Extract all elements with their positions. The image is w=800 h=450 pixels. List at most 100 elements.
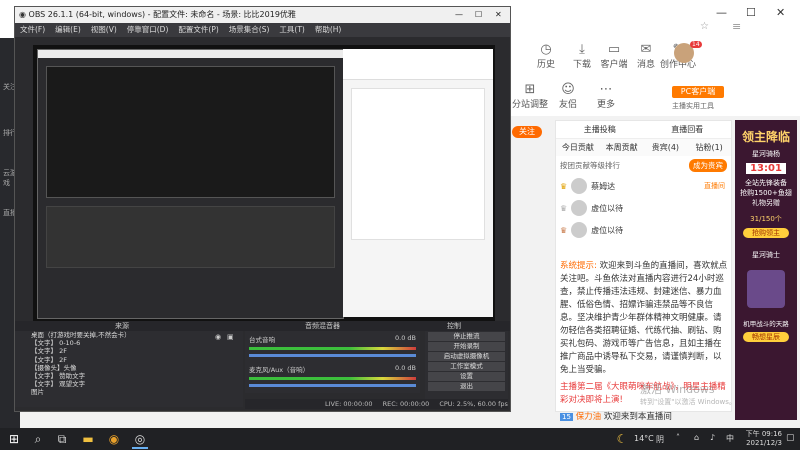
mixer-header: 音频混音器 — [305, 322, 340, 330]
row-item-adjust[interactable]: ⊞ 分站调整 — [510, 82, 550, 110]
menu-scenes[interactable]: 场景集合(S) — [229, 25, 270, 34]
track-level: 0.0 dB — [395, 334, 416, 342]
tab-today[interactable]: 今日贡献 — [556, 139, 600, 156]
notification-icon[interactable]: ▢ — [786, 433, 795, 443]
nested-obs-capture — [37, 49, 344, 319]
list-item[interactable]: 【摄像头】头像 — [15, 364, 243, 372]
search-icon[interactable]: ⌕ — [30, 431, 46, 447]
rank-row[interactable]: ♛ 虚位以待 — [556, 219, 731, 241]
row-item-friends[interactable]: ☺ 友侣 — [548, 82, 588, 110]
tab-vip[interactable]: 贵宾(4) — [644, 139, 688, 156]
audio-mixer: 台式音响 0.0 dB 麦克风/Aux（音响） 0.0 dB — [245, 331, 420, 393]
avatar — [571, 178, 588, 194]
stop-streaming-button[interactable]: 停止推流 — [428, 332, 505, 341]
start-recording-button[interactable]: 开始录制 — [428, 342, 505, 351]
list-item[interactable]: 【文字】 2F — [15, 356, 243, 364]
rank-row[interactable]: ♛ 蔡姆达 直播间 — [556, 175, 731, 197]
list-item[interactable]: 图片 — [15, 388, 243, 396]
list-item[interactable]: 【文字】 2F — [15, 347, 243, 355]
minimize-icon[interactable]: — — [716, 6, 727, 19]
menu-profile[interactable]: 配置文件(P) — [178, 25, 218, 34]
imagine-button[interactable]: 畅想星辰 — [743, 332, 789, 342]
network-icon[interactable]: ⌂ — [694, 433, 699, 442]
menu-edit[interactable]: 编辑(E) — [55, 25, 81, 34]
tab-replay[interactable]: 直播回看 — [644, 121, 732, 138]
obs-window: ◉ OBS 26.1.1 (64-bit, windows) - 配置文件: 未… — [14, 6, 511, 412]
system-message: 系统提示: 欢迎来到斗鱼的直播间，喜欢就点关注吧。斗鱼依法对直播内容进行24小时… — [560, 261, 728, 375]
rank-title-row: 按团贡献等级排行 成为贵宾 — [556, 156, 731, 175]
star-icon[interactable]: ☆ — [700, 21, 709, 32]
mech-image — [747, 270, 785, 308]
level-meter — [249, 347, 416, 350]
nested-docks — [46, 206, 335, 268]
crown-icon: ♛ — [560, 203, 568, 213]
settings-button[interactable]: 设置 — [428, 372, 505, 381]
start-icon[interactable]: ⊞ — [6, 431, 22, 447]
pc-client-button[interactable]: PC客户端 — [672, 86, 724, 98]
obs-logo-icon: ◉ — [19, 10, 26, 19]
user-message: 15 保力油 欢迎来到本直播间 — [560, 412, 672, 422]
rank-row[interactable]: ♛ 虚位以待 — [556, 197, 731, 219]
obs-menubar: 文件(F) 编辑(E) 视图(V) 停靠窗口(D) 配置文件(P) 场景集合(S) 工具(T… — [15, 23, 510, 37]
dock-headers: 来源 音频混音器 控制 — [15, 321, 510, 331]
volume-icon[interactable]: ♪ — [710, 433, 715, 442]
close-icon[interactable]: ✕ — [495, 7, 502, 23]
minimize-icon[interactable]: — — [455, 7, 463, 23]
clock[interactable]: 下午 09:16 2021/12/3 — [744, 430, 782, 448]
weather-desc: 阴 — [656, 435, 664, 444]
track-name: 台式音响 — [249, 336, 275, 344]
virtual-camera-button[interactable]: 启动虚拟摄像机 — [428, 352, 505, 361]
crown-icon: ♛ — [560, 181, 568, 191]
list-item[interactable]: 【文字】 观望文字 — [15, 380, 243, 388]
list-item[interactable]: 【文字】 赞助文字 — [15, 372, 243, 380]
level-meter — [249, 377, 416, 380]
nested-browser-capture — [343, 49, 493, 317]
sources-header: 来源 — [115, 322, 129, 330]
menu-icon[interactable]: ≡ — [732, 20, 741, 33]
studio-mode-button[interactable]: 工作室模式 — [428, 362, 505, 371]
volume-slider[interactable] — [249, 384, 416, 387]
pc-client-sub: 主播实用工具 — [672, 102, 714, 110]
menu-view[interactable]: 视图(V) — [91, 25, 117, 34]
crown-icon: ♛ — [560, 225, 568, 235]
avatar — [571, 222, 588, 238]
obs-taskbar-icon[interactable]: ◎ — [132, 431, 148, 449]
exit-button[interactable]: 退出 — [428, 382, 505, 391]
maximize-icon[interactable]: ☐ — [475, 7, 482, 23]
chrome-icon[interactable]: ◉ — [106, 431, 122, 447]
eye-icon[interactable]: ◉ — [215, 333, 221, 341]
window-title: OBS 26.1.1 (64-bit, windows) - 配置文件: 未命名… — [28, 10, 296, 19]
controls-header: 控制 — [447, 322, 461, 330]
list-item[interactable]: 桌面（打游戏时要关掉,不然会卡） — [15, 331, 243, 339]
follow-button[interactable]: 关注 — [512, 126, 542, 138]
avatar — [571, 200, 588, 216]
weather-temp[interactable]: 14°C — [634, 434, 654, 443]
row-item-more[interactable]: ⋯ 更多 — [586, 82, 626, 110]
menu-help[interactable]: 帮助(H) — [315, 25, 342, 34]
menu-tools[interactable]: 工具(T) — [279, 25, 304, 34]
track-level: 0.0 dB — [395, 364, 416, 372]
tray-chevron-icon[interactable]: ˄ — [676, 433, 680, 442]
buy-button[interactable]: 抢购领主 — [743, 228, 789, 238]
become-vip-button[interactable]: 成为贵宾 — [689, 159, 727, 172]
weather-icon: ☾ — [616, 432, 628, 446]
tab-uploads[interactable]: 主播投稿 — [556, 121, 644, 138]
ad-sidebar[interactable]: 领主降临 星河骑杨 13:01 全站先锋装备 抢购1500+鱼翅 礼物另赠 31/1… — [735, 120, 797, 420]
history-button[interactable]: ◷ 历史 — [526, 42, 566, 70]
history-icon: ◷ — [540, 42, 552, 57]
close-icon[interactable]: ✕ — [776, 6, 785, 19]
rank-title: 按团贡献等级排行 — [560, 161, 620, 170]
tab-week[interactable]: 本周贡献 — [600, 139, 644, 156]
task-view-icon[interactable]: ⧉ — [54, 431, 70, 447]
lock-icon[interactable]: ▣ — [227, 333, 234, 341]
rank-tabs: 今日贡献 本周贡献 贵宾(4) 钻粉(1) — [556, 139, 731, 156]
friends-icon: ☺ — [561, 82, 575, 97]
menu-file[interactable]: 文件(F) — [20, 25, 45, 34]
folder-icon[interactable]: ▬ — [80, 431, 96, 447]
menu-docks[interactable]: 停靠窗口(D) — [127, 25, 169, 34]
tab-diamond[interactable]: 钻粉(1) — [687, 139, 731, 156]
maximize-icon[interactable]: ☐ — [746, 6, 756, 19]
volume-slider[interactable] — [249, 354, 416, 357]
grid-icon: ⊞ — [524, 82, 536, 97]
ime-icon[interactable]: 中 — [726, 433, 734, 444]
